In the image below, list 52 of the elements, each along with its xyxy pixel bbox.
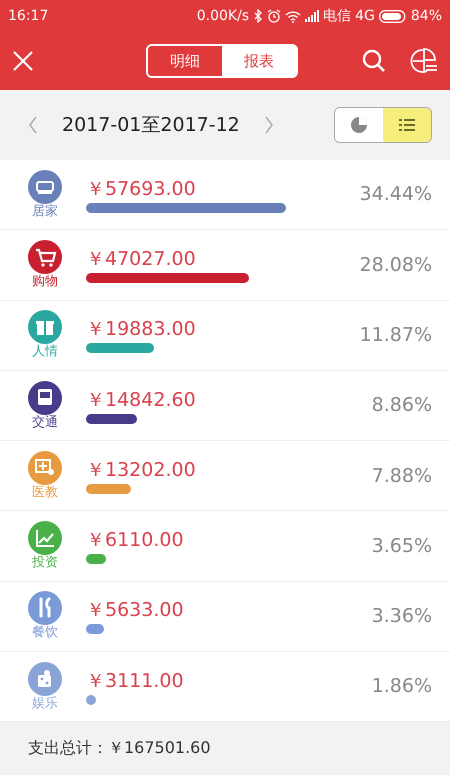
category-name: 娱乐 xyxy=(32,696,58,712)
network-type: 4G xyxy=(355,6,375,26)
list-view-button[interactable] xyxy=(383,108,431,142)
signal-icon xyxy=(305,10,320,22)
amount-bar xyxy=(86,484,131,494)
category-name: 居家 xyxy=(32,204,58,220)
battery-percent: 84% xyxy=(410,6,442,26)
percentage: 3.36% xyxy=(372,604,432,630)
category-name: 餐饮 xyxy=(32,625,58,642)
pie-view-button[interactable] xyxy=(335,108,383,142)
network-speed: 0.00K/s xyxy=(196,6,250,26)
amount: ￥6110.00 xyxy=(86,528,185,552)
category-name: 投资 xyxy=(32,555,58,572)
percentage: 7.88% xyxy=(372,464,432,489)
pie-chart-icon[interactable] xyxy=(410,47,438,75)
chevron-right-icon xyxy=(264,116,274,134)
percentage: 1.86% xyxy=(372,674,432,700)
tab[interactable]: 报表 xyxy=(222,46,296,76)
pie-icon[interactable] xyxy=(350,116,368,134)
amount-bar xyxy=(86,414,137,424)
amount: ￥5633.00 xyxy=(86,598,185,622)
search-icon[interactable] xyxy=(362,49,386,73)
percentage: 8.86% xyxy=(372,393,432,418)
list-icon[interactable] xyxy=(398,116,416,134)
chevron-left-icon xyxy=(28,116,38,134)
total-amount: 支出总计：￥167501.60 xyxy=(28,738,211,758)
wifi-icon xyxy=(285,10,302,22)
amount: ￥3111.00 xyxy=(86,668,185,693)
date-range: 2017-01至2017-12 xyxy=(62,112,240,138)
bluetooth-icon xyxy=(253,9,264,23)
carrier-name: 电信 xyxy=(323,6,352,26)
category-name: 购物 xyxy=(32,274,58,290)
amount-bar xyxy=(86,343,154,354)
amount: ￥14842.60 xyxy=(86,388,197,412)
percentage: 28.08% xyxy=(360,252,432,278)
amount-bar xyxy=(86,694,96,705)
amount: ￥47027.00 xyxy=(86,246,197,271)
amount: ￥19883.00 xyxy=(86,317,197,342)
percentage: 34.44% xyxy=(360,182,432,208)
amount: ￥57693.00 xyxy=(86,176,197,201)
close-icon[interactable] xyxy=(12,50,34,72)
category-name: 交通 xyxy=(32,414,58,431)
battery-icon xyxy=(378,10,407,22)
percentage: 3.65% xyxy=(372,534,432,559)
percentage: 11.87% xyxy=(360,322,432,348)
amount-bar xyxy=(86,624,104,634)
amount: ￥13202.00 xyxy=(86,458,197,482)
category-name: 人情 xyxy=(32,344,58,360)
amount-bar xyxy=(86,554,106,564)
category-name: 医教 xyxy=(32,484,58,501)
clock-time: 16:17 xyxy=(8,6,48,26)
alarm-icon xyxy=(267,9,282,23)
